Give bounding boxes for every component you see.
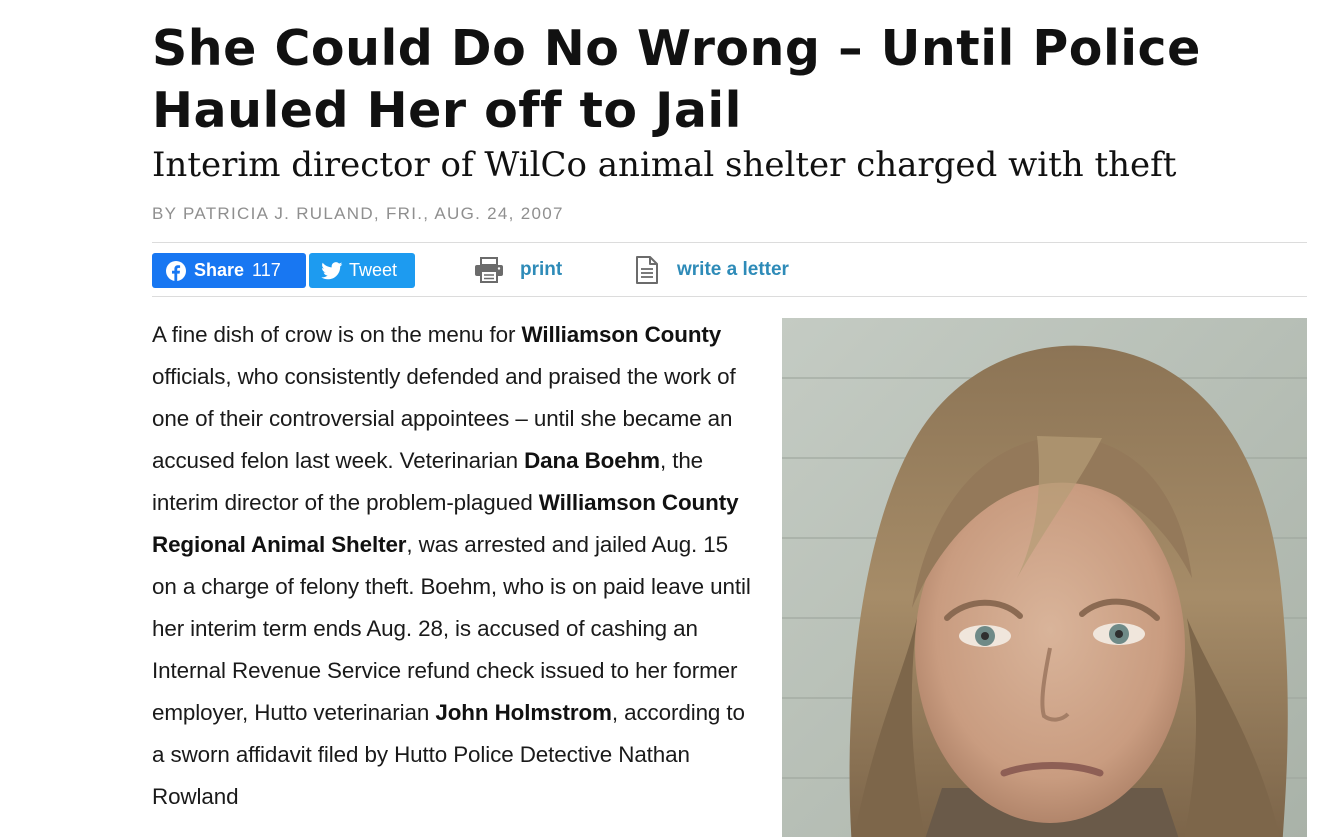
tweet-label: Tweet — [349, 260, 398, 280]
facebook-share-button[interactable]: Share 117 — [152, 253, 306, 288]
write-letter-link[interactable]: write a letter — [635, 256, 789, 284]
divider-bottom — [152, 296, 1307, 297]
body-bold-williamson-county: Williamson County — [521, 322, 722, 347]
divider-top — [152, 242, 1307, 243]
print-label: print — [520, 259, 563, 280]
printer-icon — [475, 257, 503, 283]
article-subhead: Interim director of WilCo animal shelter… — [152, 145, 1177, 185]
body-bold-john-holmstrom: John Holmstrom — [435, 700, 612, 725]
write-letter-label: write a letter — [677, 259, 789, 280]
facebook-share-label: Share — [194, 260, 245, 280]
article-page: She Could Do No Wrong – Until Police Hau… — [0, 0, 1338, 837]
document-icon — [636, 256, 658, 284]
tweet-button[interactable]: Tweet — [309, 253, 415, 288]
article-body: A fine dish of crow is on the menu for W… — [152, 314, 752, 818]
article-headline: She Could Do No Wrong – Until Police Hau… — [152, 20, 1201, 139]
facebook-share-count: 117 — [252, 260, 281, 280]
print-link[interactable]: print — [474, 256, 562, 284]
facebook-icon — [166, 260, 186, 281]
article-byline: BY PATRICIA J. RULAND, FRI., AUG. 24, 20… — [152, 204, 564, 223]
body-text-segment: , was arrested and jailed Aug. 15 on a c… — [152, 532, 751, 725]
mugshot-photo — [782, 318, 1307, 837]
body-text-segment: A fine dish of crow is on the menu for — [152, 322, 522, 347]
body-bold-dana-boehm: Dana Boehm — [524, 448, 660, 473]
twitter-icon — [321, 261, 343, 279]
